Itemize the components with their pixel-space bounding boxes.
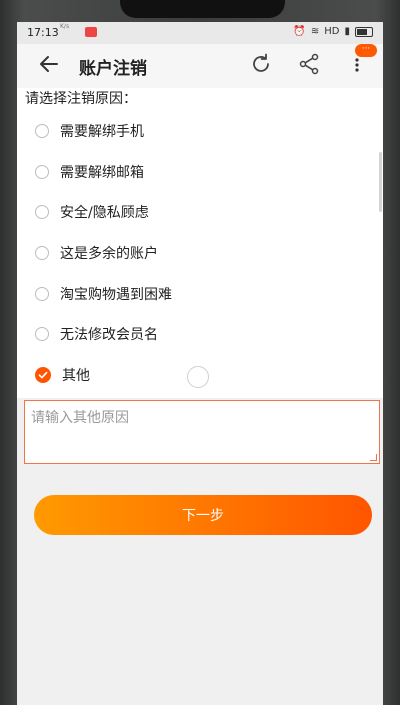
signal-icon: ▮ bbox=[344, 26, 350, 37]
alarm-icon: ⏰ bbox=[293, 26, 306, 37]
back-arrow-icon[interactable] bbox=[37, 52, 61, 76]
scrollbar[interactable] bbox=[379, 152, 382, 212]
network-speed: K/s bbox=[60, 23, 70, 30]
other-reason-box bbox=[24, 400, 380, 464]
radio-checked-icon[interactable] bbox=[35, 367, 51, 383]
option-redundant-account[interactable]: 这是多余的账户 bbox=[35, 238, 355, 268]
share-icon[interactable] bbox=[297, 52, 321, 76]
message-badge: ··· bbox=[355, 44, 377, 57]
option-shopping-difficulty[interactable]: 淘宝购物遇到困难 bbox=[35, 279, 355, 309]
option-unbind-email[interactable]: 需要解绑邮箱 bbox=[35, 157, 355, 187]
option-label: 需要解绑邮箱 bbox=[60, 165, 144, 181]
radio-unchecked-icon[interactable] bbox=[35, 287, 49, 301]
option-security-privacy[interactable]: 安全/隐私顾虑 bbox=[35, 197, 355, 227]
hd-label: HD bbox=[324, 26, 340, 37]
radio-unchecked-icon[interactable] bbox=[35, 124, 49, 138]
option-label: 安全/隐私顾虑 bbox=[60, 205, 149, 221]
content-area: 请选择注销原因： 需要解绑手机 需要解绑邮箱 安全/隐私顾虑 这是多余的账户 淘… bbox=[17, 88, 383, 705]
resize-handle bbox=[370, 454, 377, 461]
option-unbind-phone[interactable]: 需要解绑手机 bbox=[35, 116, 355, 146]
other-reason-input[interactable] bbox=[25, 401, 379, 463]
app-screen: 17:13 K/s ⏰ ≋ HD ▮ 账户注销 ··· 请选择注销原因： 需要解… bbox=[17, 22, 383, 705]
option-label: 无法修改会员名 bbox=[60, 327, 158, 343]
page-title: 账户注销 bbox=[79, 59, 147, 79]
status-time: 17:13 bbox=[27, 26, 59, 39]
status-bar: 17:13 K/s ⏰ ≋ HD ▮ bbox=[17, 22, 383, 44]
reason-prompt: 请选择注销原因： bbox=[25, 91, 137, 107]
option-label: 其他 bbox=[62, 368, 90, 384]
reason-card: 请选择注销原因： 需要解绑手机 需要解绑邮箱 安全/隐私顾虑 这是多余的账户 淘… bbox=[17, 88, 383, 398]
option-cannot-rename[interactable]: 无法修改会员名 bbox=[35, 319, 355, 349]
radio-unchecked-icon[interactable] bbox=[35, 165, 49, 179]
touch-indicator bbox=[187, 366, 209, 388]
radio-unchecked-icon[interactable] bbox=[35, 246, 49, 260]
app-bar: 账户注销 ··· bbox=[17, 44, 383, 88]
notification-icon bbox=[85, 27, 97, 37]
battery-icon bbox=[355, 26, 373, 37]
phone-frame: 17:13 K/s ⏰ ≋ HD ▮ 账户注销 ··· 请选择注销原因： 需要解… bbox=[0, 0, 400, 705]
option-label: 淘宝购物遇到困难 bbox=[60, 287, 172, 303]
radio-unchecked-icon[interactable] bbox=[35, 205, 49, 219]
refresh-icon[interactable] bbox=[249, 52, 273, 76]
camera-notch bbox=[120, 0, 285, 18]
option-label: 需要解绑手机 bbox=[60, 124, 144, 140]
status-indicators: ⏰ ≋ HD ▮ bbox=[293, 26, 373, 37]
wifi-icon: ≋ bbox=[310, 26, 320, 37]
next-step-button[interactable]: 下一步 bbox=[34, 495, 372, 535]
option-label: 这是多余的账户 bbox=[60, 246, 158, 262]
radio-unchecked-icon[interactable] bbox=[35, 327, 49, 341]
checkmark-icon bbox=[38, 371, 48, 379]
